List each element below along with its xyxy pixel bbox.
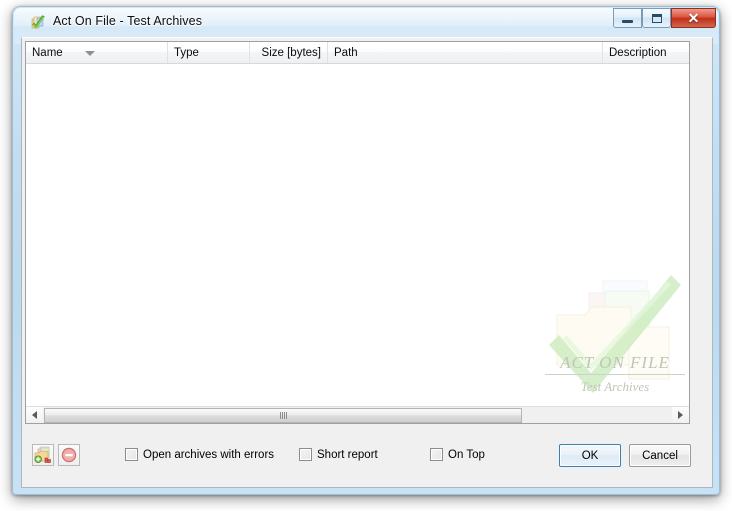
checkbox-box-icon[interactable]: [430, 448, 443, 461]
close-button[interactable]: ✕: [671, 8, 716, 28]
client-area: Name Type Size [bytes] Path Description: [21, 37, 713, 488]
application-window: Act On File - Test Archives ✕ Name Type: [12, 6, 720, 495]
scroll-left-button[interactable]: [26, 407, 43, 423]
column-header-size[interactable]: Size [bytes]: [250, 42, 328, 63]
act-on-file-watermark: ACT ON FILE Test Archives: [545, 269, 685, 401]
list-header-row: Name Type Size [bytes] Path Description: [26, 42, 689, 64]
close-icon: ✕: [687, 10, 700, 26]
checkbox-box-icon[interactable]: [299, 448, 312, 461]
scroll-left-icon: [32, 411, 37, 419]
archive-list-view[interactable]: Name Type Size [bytes] Path Description: [25, 41, 690, 424]
stop-button[interactable]: [58, 444, 80, 466]
column-header-name-label: Name: [32, 46, 63, 59]
scrollbar-grip-icon: [279, 412, 287, 419]
minimize-button[interactable]: [613, 8, 642, 28]
bottom-toolbar: Open archives with errors Short report O…: [22, 427, 712, 487]
list-body[interactable]: ACT ON FILE Test Archives: [26, 64, 689, 405]
open-archive-icon: [34, 446, 51, 463]
ok-button-label: OK: [581, 449, 599, 462]
act-on-file-checkmark-icon: [30, 15, 46, 31]
column-header-path[interactable]: Path: [328, 42, 603, 63]
watermark-title: ACT ON FILE: [545, 353, 685, 375]
column-header-type-label: Type: [174, 46, 199, 59]
column-header-size-label: Size [bytes]: [261, 46, 321, 59]
maximize-icon: [651, 13, 662, 23]
column-header-path-label: Path: [334, 46, 358, 59]
open-archive-button[interactable]: [32, 444, 54, 466]
stop-icon: [61, 447, 77, 463]
column-header-description-label: Description: [609, 46, 667, 59]
cancel-button-label: Cancel: [642, 449, 678, 462]
cancel-button[interactable]: Cancel: [629, 444, 691, 467]
checkbox-on-top[interactable]: On Top: [430, 448, 485, 461]
sort-descending-icon: [84, 50, 95, 56]
scroll-right-button[interactable]: [672, 407, 689, 423]
column-header-name[interactable]: Name: [26, 42, 168, 63]
checkbox-box-icon[interactable]: [125, 448, 138, 461]
watermark-subtitle: Test Archives: [580, 379, 650, 394]
checkbox-short-report-label: Short report: [317, 448, 378, 461]
checkbox-open-archives-with-errors[interactable]: Open archives with errors: [125, 448, 274, 461]
ok-button[interactable]: OK: [559, 444, 621, 467]
checkbox-open-archives-with-errors-label: Open archives with errors: [143, 448, 275, 461]
column-header-type[interactable]: Type: [168, 42, 250, 63]
column-header-description[interactable]: Description: [603, 42, 689, 63]
scrollbar-thumb[interactable]: [44, 408, 522, 423]
checkbox-short-report[interactable]: Short report: [299, 448, 378, 461]
scroll-right-icon: [678, 411, 683, 419]
maximize-button[interactable]: [642, 8, 671, 28]
title-bar[interactable]: Act On File - Test Archives ✕: [13, 7, 719, 37]
window-title: Act On File - Test Archives: [53, 14, 203, 28]
horizontal-scrollbar[interactable]: [26, 406, 689, 423]
minimize-icon: [622, 19, 633, 23]
checkbox-on-top-label: On Top: [448, 448, 485, 461]
